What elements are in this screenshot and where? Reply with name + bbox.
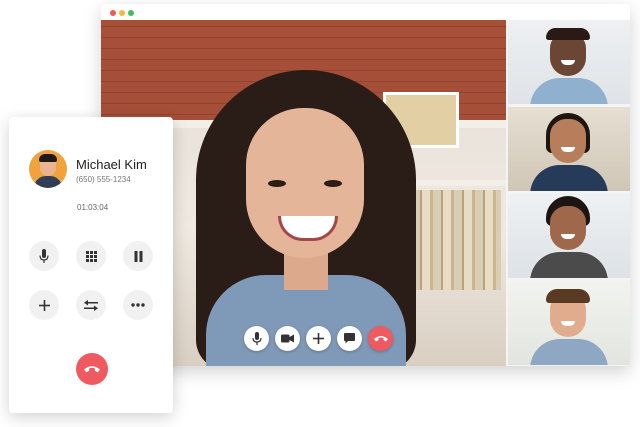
phone-hangup-icon: [84, 365, 100, 373]
window-titlebar: [101, 4, 630, 20]
phone-call-card: Michael Kim (650) 555-1234 01:03:04: [9, 117, 173, 413]
hold-button[interactable]: [123, 241, 153, 271]
window-maximize-button[interactable]: [128, 10, 134, 16]
video-conference-window: [101, 4, 630, 366]
video-end-call-button[interactable]: [368, 326, 393, 351]
microphone-icon: [251, 332, 262, 345]
participant-thumbnail[interactable]: [508, 194, 630, 278]
plus-icon: [38, 299, 50, 311]
microphone-icon: [39, 249, 49, 263]
participant-thumbnail[interactable]: [508, 20, 630, 104]
contact-phone-number: (650) 555-1234: [76, 175, 131, 184]
mute-button[interactable]: [29, 241, 59, 271]
chat-icon: [344, 333, 355, 344]
main-speaker-person: [196, 70, 416, 366]
video-camera-icon: [281, 334, 294, 343]
contact-name: Michael Kim: [76, 157, 147, 172]
transfer-button[interactable]: [76, 290, 106, 320]
phone-hangup-icon: [373, 335, 388, 342]
more-dots-icon: [131, 303, 145, 307]
background-books: [401, 190, 501, 290]
contact-avatar: [29, 150, 67, 188]
participant-thumbnail[interactable]: [508, 281, 630, 365]
pause-icon: [134, 250, 143, 262]
participant-thumbnail[interactable]: [508, 107, 630, 191]
add-call-button[interactable]: [29, 290, 59, 320]
dialpad-icon: [85, 250, 97, 262]
end-call-button[interactable]: [76, 353, 108, 385]
window-close-button[interactable]: [110, 10, 116, 16]
video-camera-button[interactable]: [275, 326, 300, 351]
more-options-button[interactable]: [123, 290, 153, 320]
plus-icon: [313, 333, 324, 344]
video-mic-button[interactable]: [244, 326, 269, 351]
video-add-participant-button[interactable]: [306, 326, 331, 351]
call-duration: 01:03:04: [77, 203, 109, 212]
window-minimize-button[interactable]: [119, 10, 125, 16]
keypad-button[interactable]: [76, 241, 106, 271]
transfer-arrows-icon: [84, 299, 98, 311]
background-shelf: [401, 180, 506, 186]
video-chat-button[interactable]: [337, 326, 362, 351]
participant-thumbnails: [508, 20, 630, 366]
